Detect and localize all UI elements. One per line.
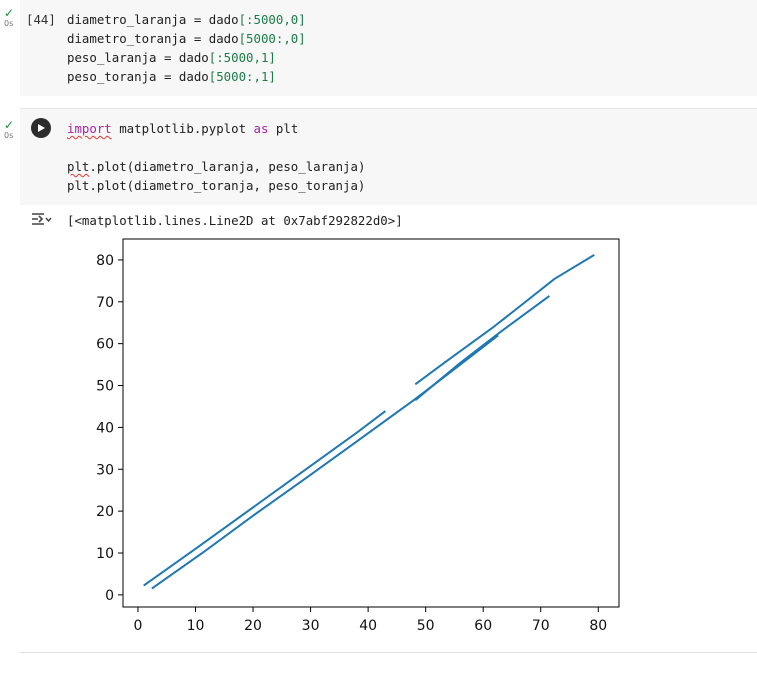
import-keyword: import xyxy=(67,121,112,136)
output-text: [<matplotlib.lines.Line2D at 0x7abf29282… xyxy=(67,213,403,228)
code-text: diametro_toranja = dado xyxy=(67,31,239,46)
y-tick-label: 60 xyxy=(96,337,114,353)
cell-status: ✓ 0s xyxy=(4,119,14,140)
x-tick-label: 30 xyxy=(302,618,320,634)
x-tick-label: 0 xyxy=(133,618,142,634)
slice-literal: [5000:,1] xyxy=(208,69,276,84)
code-cell-2[interactable]: ✓ 0s ​import matplotlib.pyplot as pltplt… xyxy=(4,108,757,205)
success-check-icon: ✓ xyxy=(4,118,15,132)
code-line: plt.plot(diametro_laranja, peso_laranja) xyxy=(67,157,365,176)
x-tick-label: 10 xyxy=(187,618,205,634)
as-keyword: as xyxy=(253,121,269,136)
code-line: peso_toranja = dado[5000:,1] xyxy=(67,67,306,86)
x-tick-label: 80 xyxy=(589,618,607,634)
series-line-3 xyxy=(414,254,595,386)
module-name: matplotlib.pyplot xyxy=(111,121,254,136)
code-line: diametro_laranja = dado[:5000,0] xyxy=(67,10,306,29)
code-line: peso_laranja = dado[:5000,1] xyxy=(67,48,306,67)
x-tick-label: 20 xyxy=(244,618,262,634)
code-text: peso_laranja = dado xyxy=(67,50,209,65)
slice-literal: [5000:,0] xyxy=(238,31,306,46)
code-text: diametro_laranja = dado xyxy=(67,12,239,27)
alias-name: plt xyxy=(268,121,299,136)
slice-literal: [:5000,0] xyxy=(238,12,306,27)
y-tick-label: 30 xyxy=(96,462,114,478)
execution-count: [44] xyxy=(26,12,56,27)
code-cell-1[interactable]: ✓ 0s [44] diametro_laranja = dado[:5000,… xyxy=(4,0,757,96)
y-tick-label: 0 xyxy=(105,588,114,604)
exec-time: 0s xyxy=(4,131,14,140)
y-tick-label: 40 xyxy=(96,420,114,436)
run-cell-button[interactable] xyxy=(31,118,51,138)
line-chart: 0 10 20 30 40 50 60 70 80 0 10 20 30 40 50 60 70 80 xyxy=(96,238,620,634)
code-editor[interactable]: diametro_laranja = dado[:5000,0] diametro… xyxy=(67,10,306,86)
plt-name: plt xyxy=(67,159,90,174)
code-line: plt.plot(diametro_toranja, peso_toranja) xyxy=(67,178,366,193)
success-check-icon: ✓ xyxy=(4,6,15,20)
slice-literal: [:5000,1] xyxy=(208,50,276,65)
cell-status: ✓ 0s xyxy=(4,7,14,28)
code-line: ​import matplotlib.pyplot as plt xyxy=(67,119,365,138)
output-toggle-icon[interactable] xyxy=(30,210,52,228)
series-line-4 xyxy=(143,410,387,587)
code-editor[interactable]: ​import matplotlib.pyplot as pltplt.plot… xyxy=(67,119,365,195)
code-line: diametro_toranja = dado[5000:,0] xyxy=(67,29,306,48)
x-tick-label: 40 xyxy=(359,618,377,634)
y-tick-label: 50 xyxy=(96,379,114,395)
x-tick-label: 50 xyxy=(417,618,435,634)
y-tick-label: 70 xyxy=(96,295,114,311)
y-tick-label: 10 xyxy=(96,546,114,562)
code-text: .plot(diametro_laranja, peso_laranja) xyxy=(89,159,366,174)
cell-output: [<matplotlib.lines.Line2D at 0x7abf29282… xyxy=(20,204,757,653)
x-tick-label: 60 xyxy=(474,618,492,634)
x-tick-label: 70 xyxy=(532,618,550,634)
y-tick-label: 20 xyxy=(96,504,114,520)
exec-time: 0s xyxy=(4,19,14,28)
y-tick-label: 80 xyxy=(96,253,114,269)
code-text: peso_toranja = dado xyxy=(67,69,209,84)
play-icon xyxy=(38,124,45,132)
